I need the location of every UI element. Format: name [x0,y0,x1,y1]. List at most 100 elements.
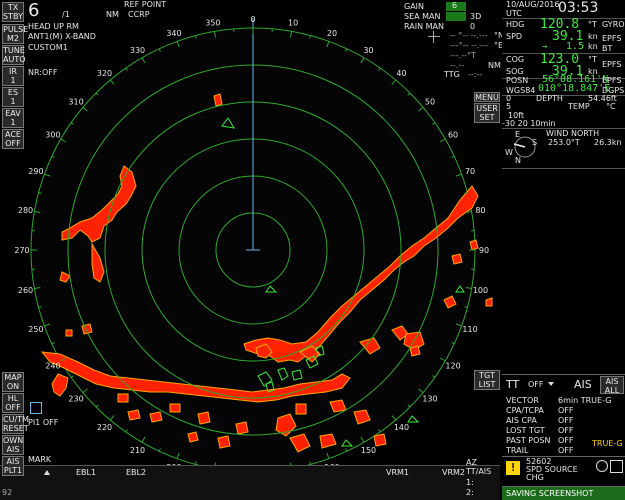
target-setting-row[interactable]: LOST TGT OFF [502,426,625,436]
ttg-label: TTG [444,70,460,79]
tune-button[interactable]: TUNE AUTO [2,45,26,65]
cursor-cross-icon [428,36,440,37]
bearing-label: 280 [18,206,33,215]
ace-button[interactable]: ACE OFF [2,129,24,149]
ebl2-label[interactable]: EBL2 [126,468,146,477]
ir-button[interactable]: IR 1 [2,66,24,86]
eav-button[interactable]: EAV 1 [2,108,24,128]
cu-tm-reset-button[interactable]: CU/TM RESET [2,414,29,434]
custom-mode[interactable]: CUSTOM1 [28,43,68,52]
bearing-label: 260 [18,286,33,295]
bearing-label: 300 [45,131,60,140]
spd-source[interactable]: EPFS [602,34,621,43]
presentation-mode[interactable]: HEAD UP RM [28,22,79,31]
pi-status[interactable]: PI1 OFF [28,418,58,427]
pi-cursor-icon[interactable] [30,402,42,414]
cursor-range-unit: NM [488,61,501,70]
bearing-label: 240 [45,362,60,371]
bearing-label: 30 [363,46,373,55]
radar-scope[interactable]: 350 0 102030405060708090100110120130140150… [0,0,500,465]
bearing-label: 100 [473,286,488,295]
sea-label: SEA MAN [404,12,441,21]
target-setting-row[interactable]: VECTOR 6min TRUE-G [502,396,625,406]
bearing-label: 340 [166,29,181,38]
hdg-source[interactable]: GYRO [602,20,625,29]
pulse-button[interactable]: PULSE M2 [2,24,28,44]
ref-point-value[interactable]: CCRP [128,10,150,19]
bottom-bar: EBL1 EBL2 VRM1 VRM2 92 [0,465,500,500]
own-ais-button[interactable]: OWN AIS [2,435,24,455]
close-icon[interactable] [610,460,623,473]
wind-label: WIND NORTH [546,129,600,138]
target-setting-label: PAST POSN [506,436,551,445]
bearing-label: 220 [97,423,112,432]
range-value[interactable]: 6 [28,0,39,21]
target-setting-value: OFF [558,446,574,455]
target-setting-label: LOST TGT [506,426,545,435]
tt-ais-label: TT/AIS [466,467,492,476]
tt-label: TT [506,378,520,391]
rain-label: RAIN MAN [404,22,444,31]
vrm1-label[interactable]: VRM1 [386,468,409,477]
tx-stby-button[interactable]: TX STBY [2,2,24,22]
rain-value: 0 [470,22,476,31]
target-setting-value: OFF [558,416,574,425]
hdg-label: HDG [506,20,525,29]
bearing-label: 290 [28,167,43,176]
menu-button[interactable]: MENU [474,92,500,102]
bearing-label: 330 [130,46,145,55]
tt-dropdown-icon[interactable] [548,382,554,386]
bearing-label: 60 [448,131,458,140]
bearing-label: 0 [250,15,255,24]
mark-label[interactable]: MARK [28,455,51,464]
user-set-button[interactable]: USER SET [474,103,500,123]
ebl1-label[interactable]: EBL1 [76,468,96,477]
sea-bar[interactable] [446,12,466,21]
antenna-select[interactable]: ANT1(M) X-BAND [28,32,96,41]
bearing-label: 250 [28,325,43,334]
bearing-label: 130 [422,394,437,403]
temp-unit: °C [606,102,616,111]
wind-compass [513,136,536,158]
warning-icon: ! [506,461,520,475]
tgt-list-button[interactable]: TGT LIST [474,370,500,390]
map-button[interactable]: MAP ON [2,372,24,392]
tx-label: TX [7,3,19,12]
depth-label: DEPTH [536,94,563,103]
vrm2-label[interactable]: VRM2 [442,468,465,477]
bearing-label: 90 [479,246,489,255]
posn-lon-value: 010°18.847'E [538,83,611,94]
es-button[interactable]: ES 1 [2,87,24,107]
alarm-area: ! 52602 SPD SOURCE CHG [502,456,625,486]
status-message: SAVING SCREENSHOT [506,489,594,498]
sea-value: 3D [470,12,482,21]
set-drift-value: 1.5 [566,41,585,52]
target-setting-label: CPA/TCPA [506,406,544,415]
range-ring-interval: /1 [62,10,70,19]
target-setting-row[interactable]: AIS CPA OFF [502,416,625,426]
hl-button[interactable]: HL OFF [2,393,24,413]
wind-speed: 26.3kn [594,138,622,147]
true-g-label: TRUE-G [592,439,623,448]
bearing-label: 150 [361,446,376,455]
az-label: AZ [466,458,477,467]
bearing-label: 50 [425,98,435,107]
mute-icon[interactable] [596,460,608,472]
cog-label: COG [506,55,525,64]
target-setting-value: OFF [558,406,574,415]
ref-point-label: REF POINT [124,0,167,9]
ais-plt-button[interactable]: AIS PLT1 [2,456,24,476]
nr-status[interactable]: NR:OFF [28,68,58,77]
target-setting-row[interactable]: CPA/TCPA OFF [502,406,625,416]
ais-all-button[interactable]: AIS ALL [600,376,624,395]
tt-value[interactable]: OFF [528,380,544,389]
temp-label: TEMP [568,102,590,111]
bearing-label: 110 [462,325,477,334]
date-readout: 10/AUG/2016 [506,0,560,9]
range-unit: NM [106,10,119,19]
cog-source[interactable]: EPFS [602,60,621,69]
bt-label: BT [602,44,613,53]
bearing-label: 310 [68,98,83,107]
ebl-triangle-icon [44,470,50,475]
bearing-label: 40 [396,69,406,78]
